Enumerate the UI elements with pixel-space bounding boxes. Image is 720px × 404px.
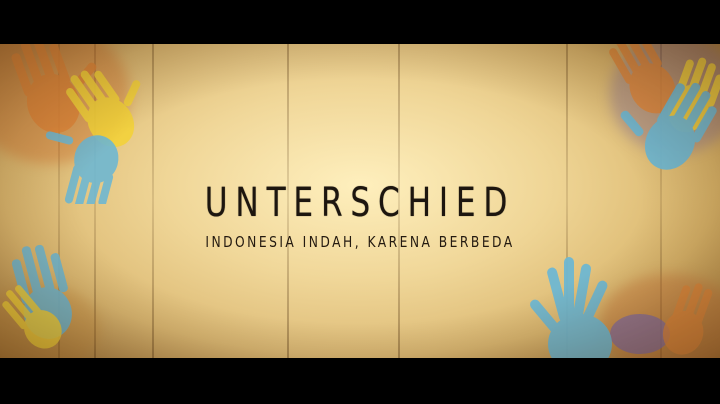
subtitle-text: INDONESIA INDAH, KARENA BERBEDA	[205, 233, 515, 251]
title-card: UNTERSCHIED INDONESIA INDAH, KARENA BERB…	[0, 44, 720, 358]
handprint-icon	[530, 257, 713, 358]
title-text: UNTERSCHIED	[204, 180, 516, 226]
video-frame: UNTERSCHIED INDONESIA INDAH, KARENA BERB…	[0, 0, 720, 404]
